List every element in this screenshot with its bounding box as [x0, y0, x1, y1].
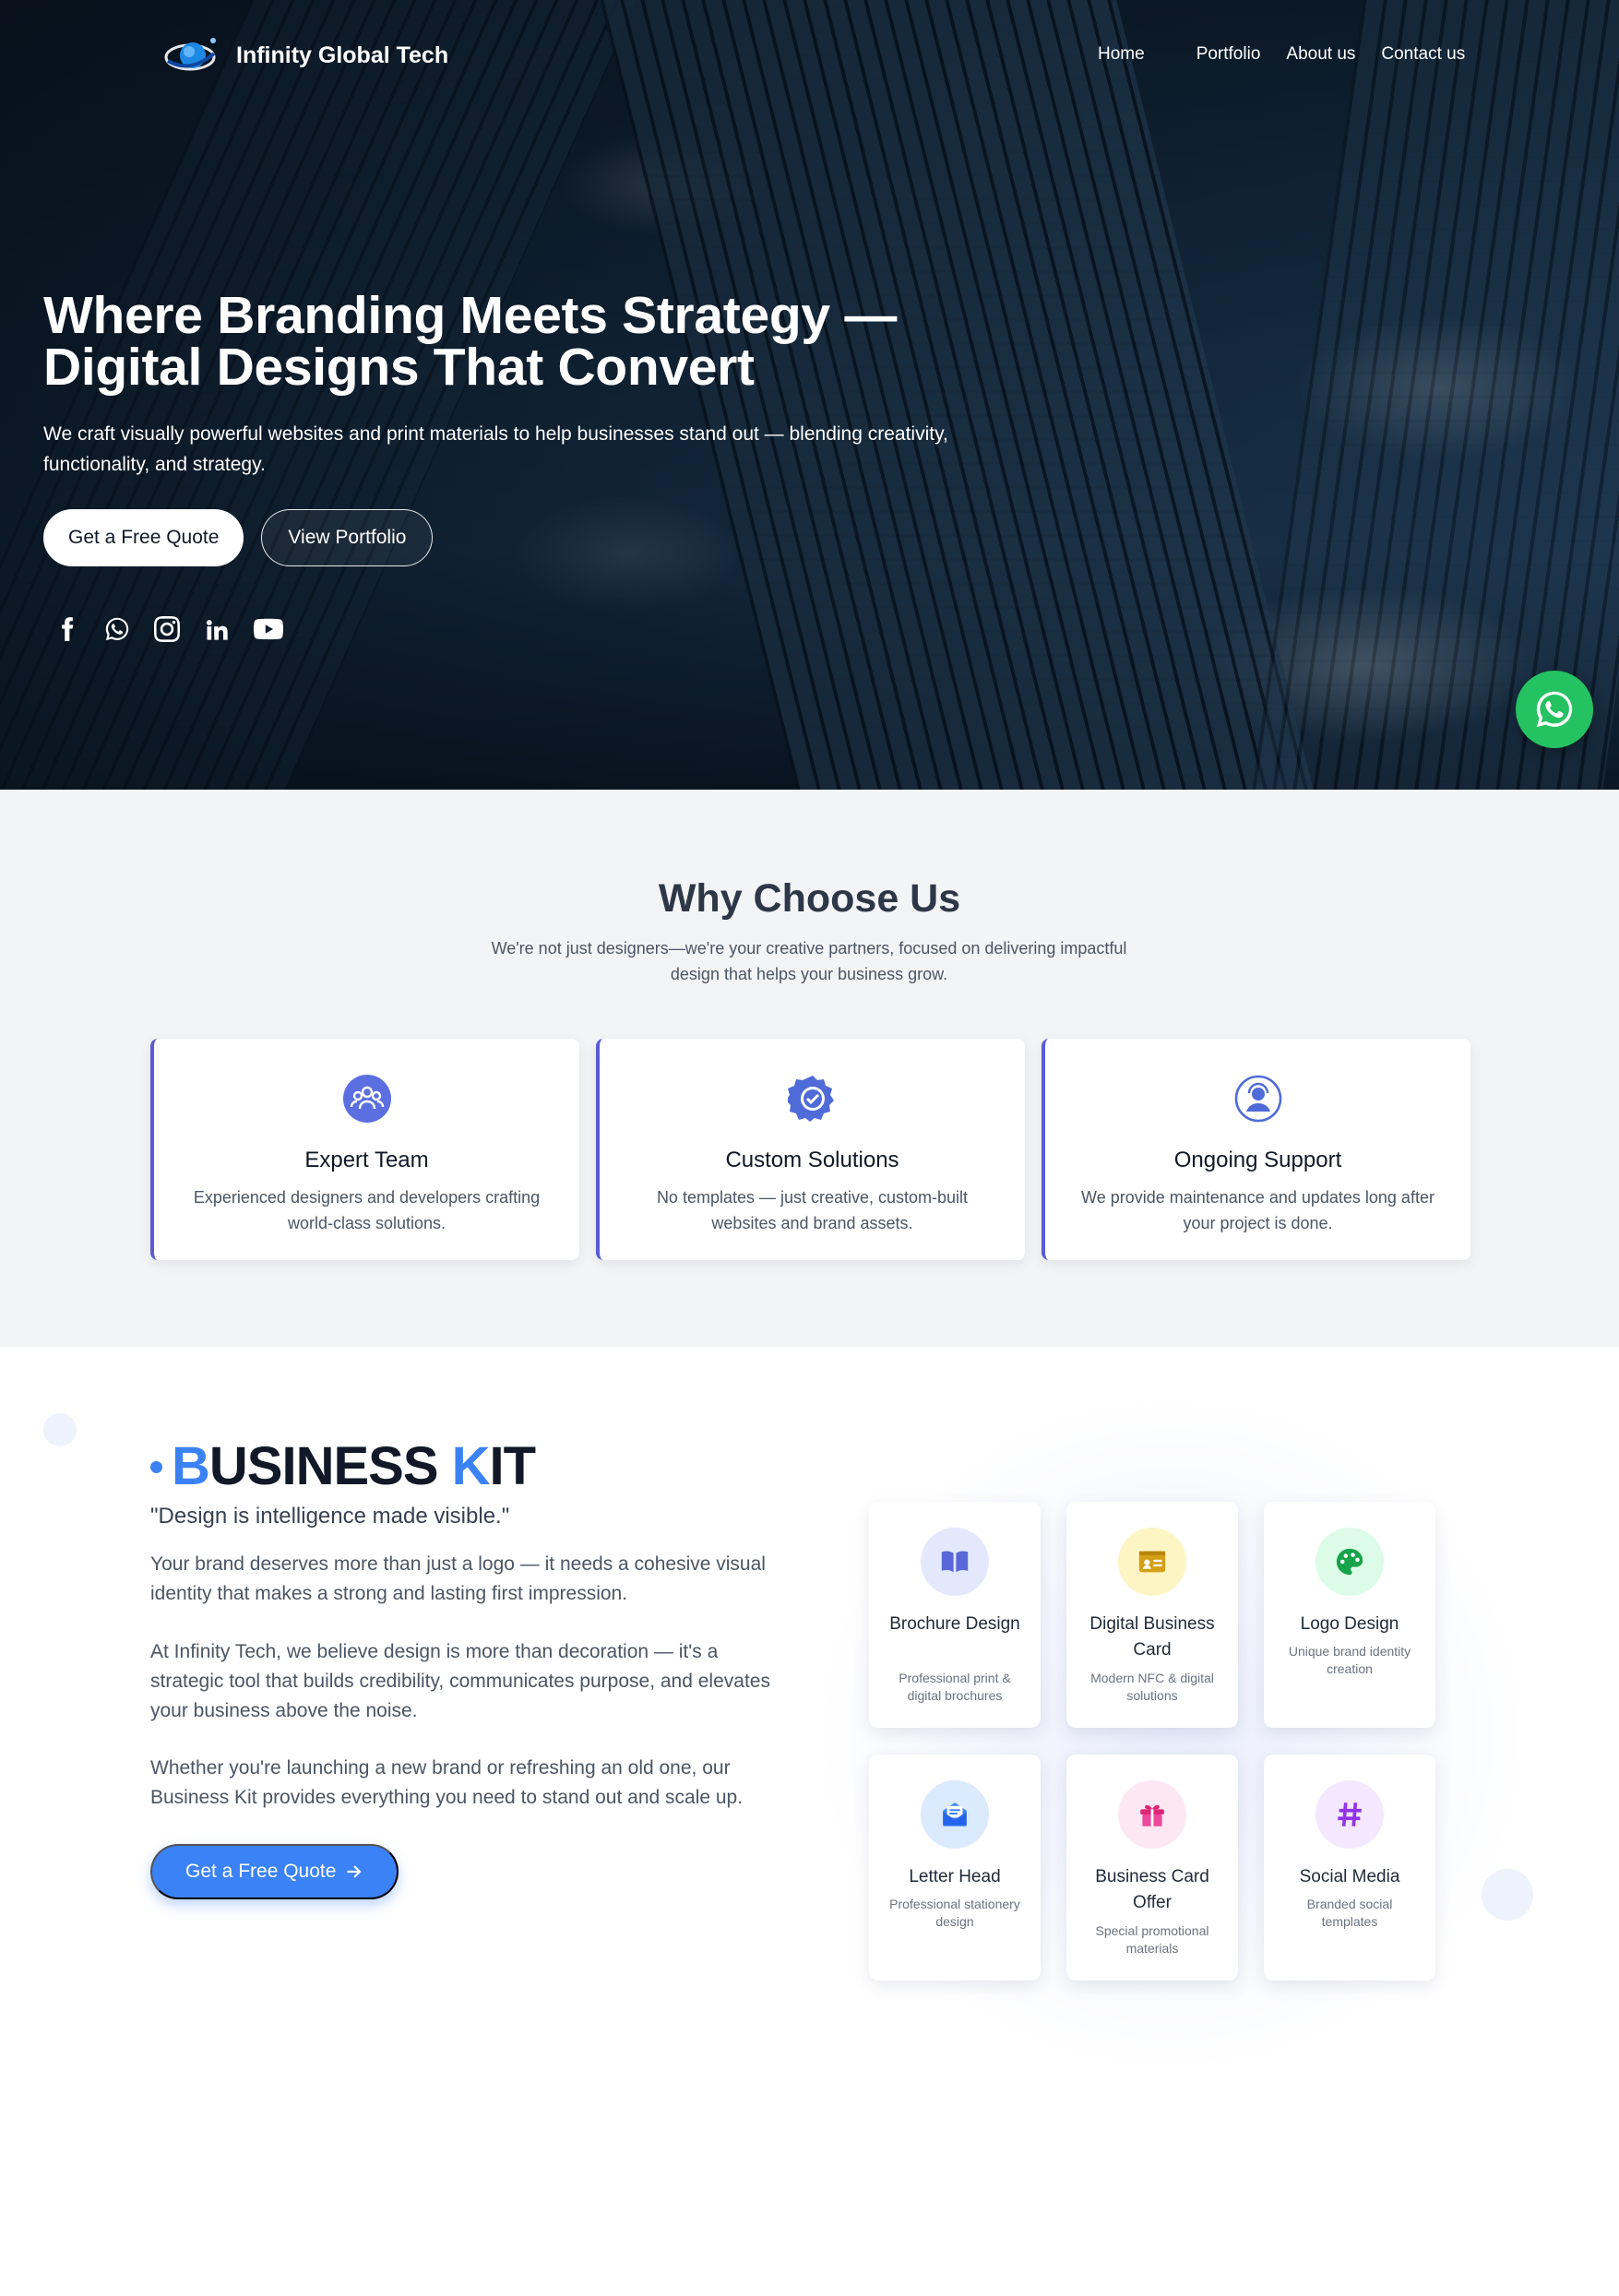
brand-logo-icon — [164, 38, 216, 71]
business-kit-grid: Brochure Design Professional print & dig… — [869, 1502, 1435, 1981]
kit-card-title: Digital Business Card — [1089, 1614, 1215, 1660]
nav-link-contact[interactable]: Contact us — [1381, 44, 1465, 65]
top-navbar: Infinity Global Tech Home Portfolio Abou… — [0, 0, 1619, 111]
feature-text: We provide maintenance and updates long … — [1081, 1188, 1434, 1232]
decorative-circle — [43, 1413, 77, 1446]
kit-quote: "Design is intelligence made visible." — [150, 1504, 510, 1529]
kit-paragraph: At Infinity Tech, we believe design is m… — [150, 1641, 770, 1721]
linkedin-icon[interactable] — [204, 616, 230, 642]
feature-cards: Expert Team Experienced designers and de… — [150, 1039, 1470, 1260]
kit-card-desc: Modern NFC & digital solutions — [1090, 1671, 1214, 1703]
kit-card-desc: Branded social templates — [1306, 1897, 1393, 1929]
nav-link-home[interactable]: Home — [1098, 44, 1145, 65]
nav-links: Home Portfolio About us Contact us — [1098, 44, 1491, 65]
whatsapp-icon — [1536, 691, 1573, 728]
brand-name: Infinity Global Tech — [236, 42, 449, 68]
arrow-right-icon — [347, 1865, 362, 1878]
support-agent-icon — [1234, 1075, 1281, 1123]
hero-content: Where Branding Meets Strategy — Digital … — [43, 290, 1058, 644]
kit-card-letter-head[interactable]: Letter Head Professional stationery desi… — [869, 1755, 1041, 1981]
nav-link-about[interactable]: About us — [1286, 44, 1355, 65]
get-quote-button[interactable]: Get a Free Quote — [43, 509, 244, 566]
feature-text: Experienced designers and developers cra… — [193, 1188, 541, 1232]
book-icon — [941, 1551, 969, 1573]
youtube-icon[interactable] — [254, 614, 283, 644]
kit-card-title: Letter Head — [909, 1867, 1001, 1886]
hashtag-icon — [1338, 1802, 1362, 1826]
feature-card-custom-solutions: Custom Solutions No templates — just cre… — [596, 1039, 1025, 1260]
feature-card-ongoing-support: Ongoing Support We provide maintenance a… — [1042, 1039, 1470, 1260]
feature-title: Expert Team — [304, 1148, 429, 1172]
kit-card-title: Business Card Offer — [1095, 1867, 1209, 1912]
title-dot — [150, 1460, 162, 1473]
envelope-open-icon — [943, 1802, 967, 1826]
kit-card-title: Brochure Design — [889, 1614, 1020, 1634]
id-card-icon — [1138, 1551, 1166, 1573]
whatsapp-icon[interactable] — [104, 616, 130, 642]
kit-card-social-media[interactable]: Social Media Branded social templates — [1264, 1755, 1435, 1981]
team-icon — [342, 1075, 391, 1123]
hero-subtitle: We craft visually powerful websites and … — [43, 423, 948, 475]
social-links — [43, 614, 1058, 644]
facebook-icon[interactable] — [54, 616, 80, 642]
whatsapp-float-button[interactable] — [1516, 671, 1593, 748]
kit-card-desc: Professional stationery design — [889, 1897, 1020, 1929]
kit-paragraph: Whether you're launching a new brand or … — [150, 1757, 744, 1808]
gift-icon — [1140, 1804, 1164, 1826]
kit-card-title: Logo Design — [1300, 1614, 1399, 1634]
kit-card-digital-business-card[interactable]: Digital Business Card Modern NFC & digit… — [1066, 1502, 1238, 1728]
badge-check-icon — [787, 1076, 834, 1122]
nav-link-portfolio[interactable]: Portfolio — [1196, 44, 1261, 65]
kit-get-quote-button[interactable]: Get a Free Quote — [150, 1844, 399, 1899]
kit-card-brochure[interactable]: Brochure Design Professional print & dig… — [869, 1502, 1041, 1728]
palette-icon — [1336, 1548, 1363, 1576]
instagram-icon[interactable] — [154, 616, 180, 642]
business-kit-title: BUSINESS KIT — [150, 1439, 536, 1494]
business-kit-section: BUSINESS KIT "Design is intelligence mad… — [0, 1347, 1619, 2296]
kit-card-desc: Professional print & digital brochures — [899, 1671, 1011, 1703]
hero-section: Infinity Global Tech Home Portfolio Abou… — [0, 0, 1619, 790]
brand[interactable]: Infinity Global Tech — [162, 33, 448, 77]
feature-text: No templates — just creative, custom-bui… — [656, 1188, 969, 1232]
hero-title: Where Branding Meets Strategy — Digital … — [43, 286, 898, 397]
section-subtitle: We're not just designers—we're your crea… — [491, 939, 1127, 983]
view-portfolio-button[interactable]: View Portfolio — [261, 509, 434, 566]
why-choose-us-section: Why Choose Us We're not just designers—w… — [0, 790, 1619, 1347]
kit-card-business-card-offer[interactable]: Business Card Offer Special promotional … — [1066, 1755, 1238, 1981]
kit-card-title: Social Media — [1299, 1867, 1400, 1886]
kit-card-logo-design[interactable]: Logo Design Unique brand identity creati… — [1264, 1502, 1435, 1728]
kit-card-desc: Unique brand identity creation — [1288, 1644, 1411, 1676]
feature-card-expert-team: Expert Team Experienced designers and de… — [150, 1039, 579, 1260]
feature-title: Custom Solutions — [725, 1148, 899, 1172]
section-title: Why Choose Us — [658, 876, 961, 921]
feature-title: Ongoing Support — [1173, 1148, 1342, 1172]
kit-card-desc: Special promotional materials — [1095, 1923, 1209, 1956]
kit-paragraph: Your brand deserves more than just a log… — [150, 1553, 766, 1604]
hero-buttons: Get a Free Quote View Portfolio — [43, 509, 1058, 566]
